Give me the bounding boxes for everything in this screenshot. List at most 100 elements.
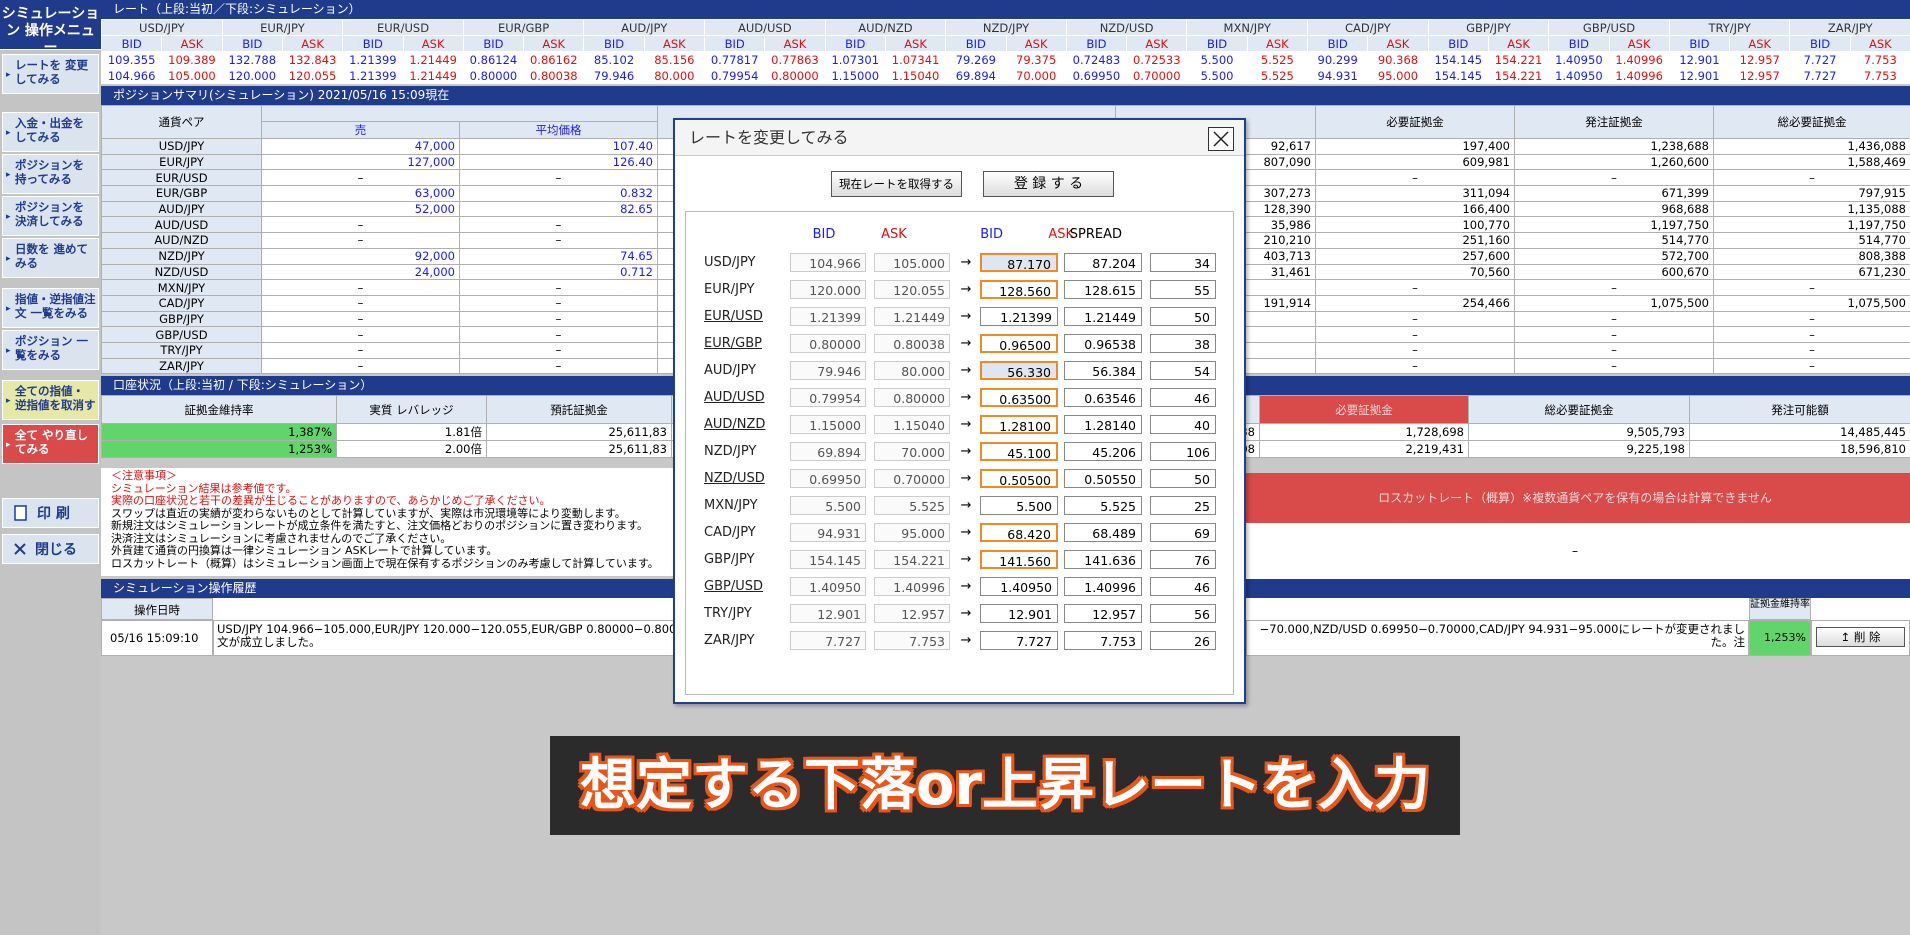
initial-bid: 0.72483 (1065, 51, 1128, 68)
summary-sell: – (261, 294, 460, 312)
spread-input[interactable]: 50 (1150, 469, 1216, 488)
summary-total: – (1713, 326, 1910, 343)
sidebar-item-reset-all[interactable]: 全て やり直してみる (2, 424, 99, 464)
initial-ask: 1.21449 (402, 51, 464, 68)
spread-input[interactable]: 38 (1150, 334, 1216, 353)
fetch-current-rate-button[interactable]: 現在レートを取得する (831, 171, 962, 197)
spread-input[interactable]: 25 (1150, 496, 1216, 515)
summary-pair: NZD/JPY (101, 247, 262, 265)
spread-input[interactable]: 34 (1150, 253, 1216, 272)
new-bid-input[interactable]: 56.330 (980, 361, 1058, 380)
sidebar-item-deposit[interactable]: 入金・出金を してみる (2, 112, 99, 152)
rate-edit-panel: BID ASK BID ASK SPREAD USD/JPY 104.966 105… (685, 211, 1234, 695)
summary-pair: EUR/USD (101, 169, 262, 187)
summary-sell: 92,000 (261, 247, 460, 265)
summary-avg: 0.832 (459, 185, 658, 202)
new-bid-input[interactable]: 45.100 (980, 442, 1058, 461)
sidebar-item-order-list[interactable]: 指値・逆指値注文 一覧をみる (2, 288, 99, 328)
spread-input[interactable]: 46 (1150, 577, 1216, 596)
spread-input[interactable]: 55 (1150, 280, 1216, 299)
summary-order: 968,688 (1514, 200, 1714, 218)
sidebar-item-cancel-all[interactable]: 全ての指値・ 逆指値を取消す (2, 380, 99, 420)
arrow-right-icon: → (960, 417, 972, 432)
spread-input[interactable]: 50 (1150, 307, 1216, 326)
account-ratio: 1,253% (101, 440, 337, 459)
notes-line: 外貨建て通貨の円換算は一律シミュレーション ASKレートで計算しています。 (111, 544, 498, 557)
new-bid-input[interactable]: 1.21399 (980, 307, 1058, 326)
new-bid-input[interactable]: 87.170 (980, 253, 1058, 272)
spread-input[interactable]: 106 (1150, 442, 1216, 461)
summary-total: 808,388 (1713, 247, 1910, 265)
current-bid: 0.69950 (790, 469, 866, 488)
spread-input[interactable]: 40 (1150, 415, 1216, 434)
rate-edit-pair: NZD/USD (704, 471, 765, 486)
summary-sell: 127,000 (261, 153, 460, 171)
sidebar-item-position-list[interactable]: ポジション 一覧をみる (2, 330, 99, 370)
arrow-right-icon: → (960, 471, 972, 486)
summary-total: – (1713, 279, 1910, 296)
summary-pair: ZAR/JPY (101, 357, 262, 375)
sidebar-item-change-rate[interactable]: レートを 変更してみる (2, 54, 99, 94)
summary-avg: – (459, 310, 658, 328)
current-bid: 0.80000 (790, 334, 866, 353)
new-bid-input[interactable]: 1.40950 (980, 577, 1058, 596)
dialog-close-button[interactable] (1208, 127, 1234, 151)
rate-edit-row: EUR/USD 1.21399 1.21449 → 1.21399 1.21449 50 (686, 307, 1235, 329)
new-bid-input[interactable]: 128.560 (980, 280, 1058, 299)
new-ask-value: 68.489 (1064, 523, 1142, 542)
ask-header: ASK (281, 35, 344, 52)
spread-input[interactable]: 76 (1150, 550, 1216, 569)
losscut-note: ロスカットレート（概算）※複数通貨ペアを保有の場合は計算できません (1240, 473, 1910, 523)
register-button[interactable]: 登 録 す る (983, 171, 1114, 197)
rate-edit-pair: USD/JPY (704, 255, 756, 270)
summary-req: – (1315, 341, 1515, 359)
print-button[interactable]: 印 刷 (2, 498, 99, 528)
new-bid-input[interactable]: 0.63500 (980, 388, 1058, 407)
sidebar-item-advance-days[interactable]: 日数を 進めてみる (2, 238, 99, 278)
summary-order: 1,260,600 (1514, 153, 1714, 171)
new-bid-input[interactable]: 0.96500 (980, 334, 1058, 353)
current-bid: 1.15000 (790, 415, 866, 434)
new-bid-input[interactable]: 7.727 (980, 631, 1058, 650)
rate-edit-row: NZD/USD 0.69950 0.70000 → 0.50500 0.50550 50 (686, 469, 1235, 491)
rate-edit-row: AUD/NZD 1.15000 1.15040 → 1.28100 1.28140 40 (686, 415, 1235, 437)
account-total: 9,225,198 (1468, 440, 1690, 459)
new-bid-input[interactable]: 0.50500 (980, 469, 1058, 488)
summary-sell: 47,000 (261, 138, 460, 155)
account-req-header: 必要証拠金 (1259, 395, 1469, 425)
new-bid-input[interactable]: 68.420 (980, 523, 1058, 542)
initial-bid: 12.901 (1668, 51, 1731, 68)
account-deposit: 25,611,83 (486, 440, 672, 459)
summary-total: 797,915 (1713, 185, 1910, 202)
rates-title: レート（上段:当初／下段:シミュレーション） (101, 0, 1910, 19)
summary-order: 1,238,688 (1514, 138, 1714, 155)
new-bid-input[interactable]: 5.500 (980, 496, 1058, 515)
initial-bid: 0.86124 (462, 51, 525, 68)
sidebar-item-close-position[interactable]: ポジションを 決済してみる (2, 196, 99, 236)
spread-input[interactable]: 26 (1150, 631, 1216, 650)
spread-input[interactable]: 46 (1150, 388, 1216, 407)
summary-pair: AUD/NZD (101, 232, 262, 249)
initial-ask: 0.77863 (764, 51, 826, 68)
rate-edit-pair: EUR/USD (704, 309, 763, 324)
new-bid-input[interactable]: 1.28100 (980, 415, 1058, 434)
new-bid-input[interactable]: 141.560 (980, 550, 1058, 569)
initial-ask: 0.86162 (523, 51, 585, 68)
sim-bid: 12.901 (1668, 67, 1731, 84)
new-bid-input[interactable]: 12.901 (980, 604, 1058, 623)
summary-order-header: 発注証拠金 (1514, 105, 1714, 139)
bid-header: BID (703, 35, 766, 52)
current-ask: 80.000 (874, 361, 950, 380)
spread-input[interactable]: 54 (1150, 361, 1216, 380)
rate-edit-row: GBP/JPY 154.145 154.221 → 141.560 141.636 76 (686, 550, 1235, 572)
spread-input[interactable]: 56 (1150, 604, 1216, 623)
close-button[interactable]: 閉じる (2, 534, 99, 564)
sidebar-item-open-position[interactable]: ポジションを 持ってみる (2, 154, 99, 194)
spread-input[interactable]: 69 (1150, 523, 1216, 542)
bid-header: BID (462, 35, 525, 52)
arrow-right-icon: → (960, 606, 972, 621)
summary-title: ポジションサマリ(シミュレーション) 2021/05/16 15:09現在 (101, 86, 1910, 105)
initial-ask: 79.375 (1005, 51, 1067, 68)
rate-pair-label: EUR/JPY (221, 19, 344, 36)
delete-button[interactable]: ↥ 削 除 (1816, 627, 1905, 647)
